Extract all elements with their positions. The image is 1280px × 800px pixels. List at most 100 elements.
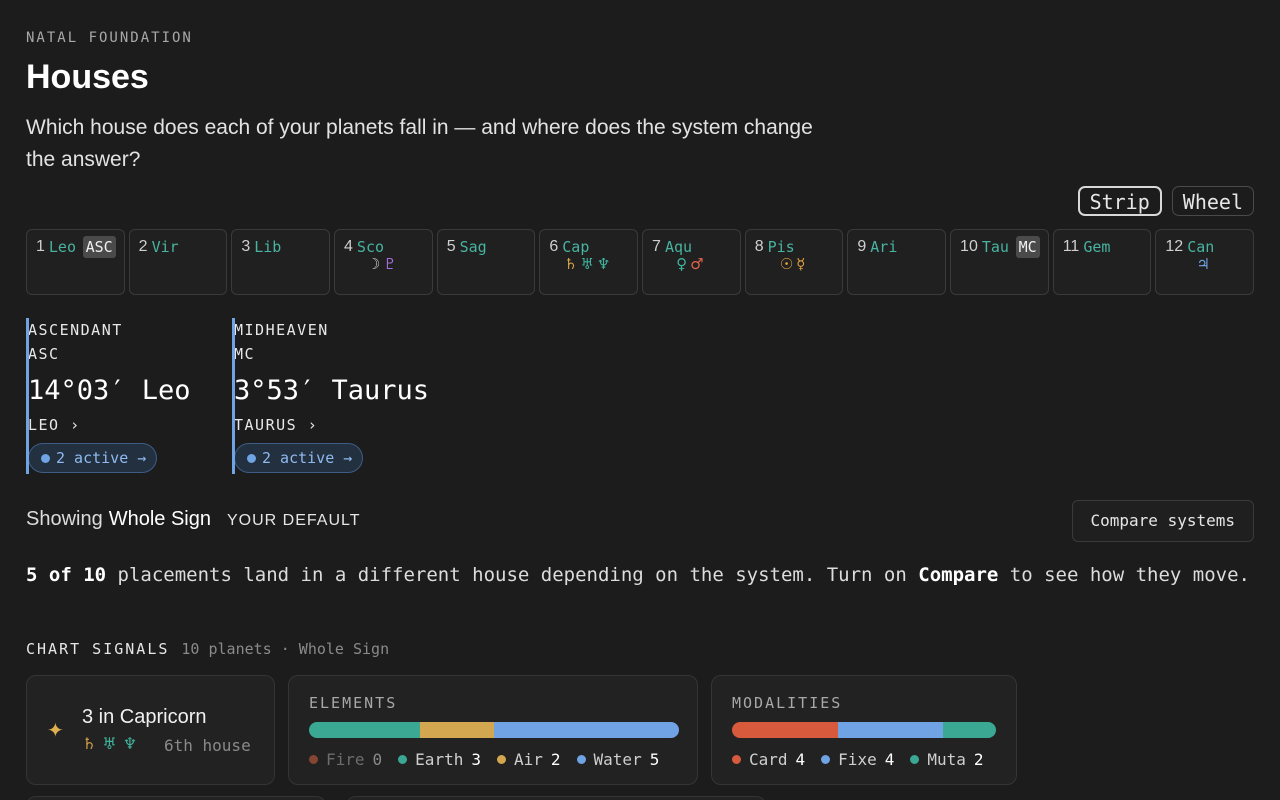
stellium-card[interactable]: ✦ 3 in Capricorn ♄♅♆ 6th house xyxy=(26,675,275,785)
active-dot-icon xyxy=(41,453,50,463)
house-cell-1[interactable]: 1 Leo ASC xyxy=(26,229,125,295)
legend-dot-icon xyxy=(821,755,831,764)
midheaven-sign-text: TAURUS xyxy=(234,416,298,434)
house-header: 2 Vir xyxy=(139,236,219,258)
house-planets: ♀♂ xyxy=(643,255,740,273)
chart-angles: ASCENDANT ASC 14°03′ Leo LEO › 2 active … xyxy=(26,318,429,474)
legend-count: 2 xyxy=(550,750,561,769)
legend-count: 5 xyxy=(649,750,660,769)
elements-card: ELEMENTS Fire 0 Earth 3 Air 2 Water 5 xyxy=(288,675,698,785)
ascendant-sign-link[interactable]: LEO › xyxy=(28,411,176,439)
house-system-line: Showing Whole Sign YOUR DEFAULT xyxy=(26,508,361,531)
modalities-legend: Card 4 Fixe 4 Muta 2 xyxy=(732,750,984,769)
house-cell-12[interactable]: 12 Can ♃ xyxy=(1155,229,1255,295)
house-cell-7[interactable]: 7 Aqu ♀♂ xyxy=(642,229,741,295)
wheel-view-button[interactable]: Wheel xyxy=(1171,186,1254,216)
elements-segment-air xyxy=(420,722,494,738)
modalities-bar xyxy=(732,722,996,738)
ascendant-active-text: 2 active → xyxy=(56,449,147,467)
house-sign: Can xyxy=(1187,238,1215,256)
saturn-icon: ♄ xyxy=(82,734,103,753)
ascendant-position: 14°03′ Leo xyxy=(28,375,191,406)
house-cell-4[interactable]: 4 Sco ☽♇ xyxy=(334,229,433,295)
house-number: 7 xyxy=(652,238,661,255)
house-number: 12 xyxy=(1165,238,1184,255)
house-sign: Tau xyxy=(981,238,1009,256)
view-toggle: Strip Wheel xyxy=(1077,186,1254,216)
legend-dot-icon xyxy=(576,755,586,764)
ascendant-abbr: ASC xyxy=(28,345,60,363)
house-header: 3 Lib xyxy=(241,236,321,258)
house-number: 6 xyxy=(549,238,559,255)
elements-label: ELEMENTS xyxy=(309,694,398,712)
house-planets: ☽♇ xyxy=(335,255,432,273)
midheaven-active-pill[interactable]: 2 active → xyxy=(234,443,364,473)
stellium-planet-glyphs: ♄♅♆ xyxy=(82,734,143,753)
house-header: 9 Ari xyxy=(857,236,937,258)
ascendant-accent-bar xyxy=(26,318,29,474)
active-dot-icon xyxy=(247,453,256,463)
house-number: 1 xyxy=(36,238,45,255)
house-number: 11 xyxy=(1062,238,1080,255)
house-header: 1 Leo ASC xyxy=(36,236,116,258)
modalities-label: MODALITIES xyxy=(732,694,843,712)
planet-glyph-icon: ♃ xyxy=(1196,255,1213,273)
legend-dot-icon xyxy=(732,755,741,764)
house-cell-11[interactable]: 11 Gem xyxy=(1052,229,1152,295)
house-cell-6[interactable]: 6 Cap ♄♅♆ xyxy=(539,229,639,295)
compare-systems-button[interactable]: Compare systems xyxy=(1071,500,1254,542)
strip-view-button[interactable]: Strip xyxy=(1077,186,1162,216)
uranus-icon: ♅ xyxy=(102,734,123,753)
sparkle-icon: ✦ xyxy=(47,720,64,742)
legend-name: Air xyxy=(513,750,543,769)
house-number: 5 xyxy=(446,238,456,255)
modalities-legend-fixe: Fixe 4 xyxy=(821,750,894,769)
house-cell-10[interactable]: 10 Tau MC xyxy=(950,229,1049,295)
house-header: 5 Sag xyxy=(447,236,527,258)
midheaven-card[interactable]: MIDHEAVEN MC 3°53′ Taurus TAURUS › 2 act… xyxy=(232,318,429,474)
house-planets: ♃ xyxy=(1156,255,1253,273)
modalities-segment-muta xyxy=(943,722,996,738)
modalities-legend-card: Card 4 xyxy=(732,750,805,769)
ascendant-label: ASCENDANT xyxy=(28,321,123,339)
elements-legend-earth: Earth 3 xyxy=(398,750,481,769)
house-number: 9 xyxy=(857,238,867,255)
legend-count: 0 xyxy=(372,750,383,769)
house-cell-8[interactable]: 8 Pis ☉☿ xyxy=(744,229,844,295)
house-cell-9[interactable]: 9 Ari xyxy=(847,229,947,295)
ascendant-active-pill[interactable]: 2 active → xyxy=(28,443,158,473)
ascendant-sign-text: LEO xyxy=(28,416,60,434)
section-eyebrow: NATAL FOUNDATION xyxy=(26,30,193,46)
house-sign: Ari xyxy=(870,238,898,256)
ascendant-card[interactable]: ASCENDANT ASC 14°03′ Leo LEO › 2 active … xyxy=(26,318,191,474)
house-header: 11 Gem xyxy=(1063,236,1143,258)
chevron-right-icon: › xyxy=(70,416,81,434)
legend-count: 2 xyxy=(973,750,984,769)
page-title: Houses xyxy=(26,58,149,96)
legend-name: Muta xyxy=(927,750,966,769)
house-cell-3[interactable]: 3 Lib xyxy=(231,229,331,295)
house-number: 10 xyxy=(960,238,978,255)
midheaven-sign-link[interactable]: TAURUS › xyxy=(234,411,382,439)
house-cell-2[interactable]: 2 Vir xyxy=(128,229,228,295)
modalities-segment-fixe xyxy=(837,722,944,738)
midheaven-active-text: 2 active → xyxy=(262,449,353,467)
legend-dot-icon xyxy=(398,755,408,764)
house-sign: Sag xyxy=(459,238,487,256)
house-number: 8 xyxy=(754,238,764,255)
midheaven-label: MIDHEAVEN xyxy=(234,321,329,339)
house-sign: Pis xyxy=(767,238,795,256)
planet-glyph-icon: ☉ xyxy=(779,255,797,273)
modalities-legend-muta: Muta 2 xyxy=(910,750,984,769)
elements-legend-fire: Fire 0 xyxy=(309,750,382,769)
planet-glyph-icon: ♂ xyxy=(690,255,707,273)
modalities-card: MODALITIES Card 4 Fixe 4 Muta 2 xyxy=(711,675,1017,785)
house-cell-5[interactable]: 5 Sag xyxy=(436,229,536,295)
legend-dot-icon xyxy=(910,755,920,764)
house-header: 10 Tau MC xyxy=(960,236,1040,258)
planet-glyph-icon: ♄ xyxy=(564,255,581,273)
house-strip: 1 Leo ASC 2 Vir 3 Lib 4 Sco ☽♇ 5 Sag 6 Cap ♄♅♆ 7 Aqu ♀♂ 8 P… xyxy=(26,229,1255,295)
houses-page: NATAL FOUNDATION Houses Which house does… xyxy=(0,0,1280,800)
house-planets: ♄♅♆ xyxy=(540,255,637,273)
house-sign: Gem xyxy=(1083,238,1111,256)
